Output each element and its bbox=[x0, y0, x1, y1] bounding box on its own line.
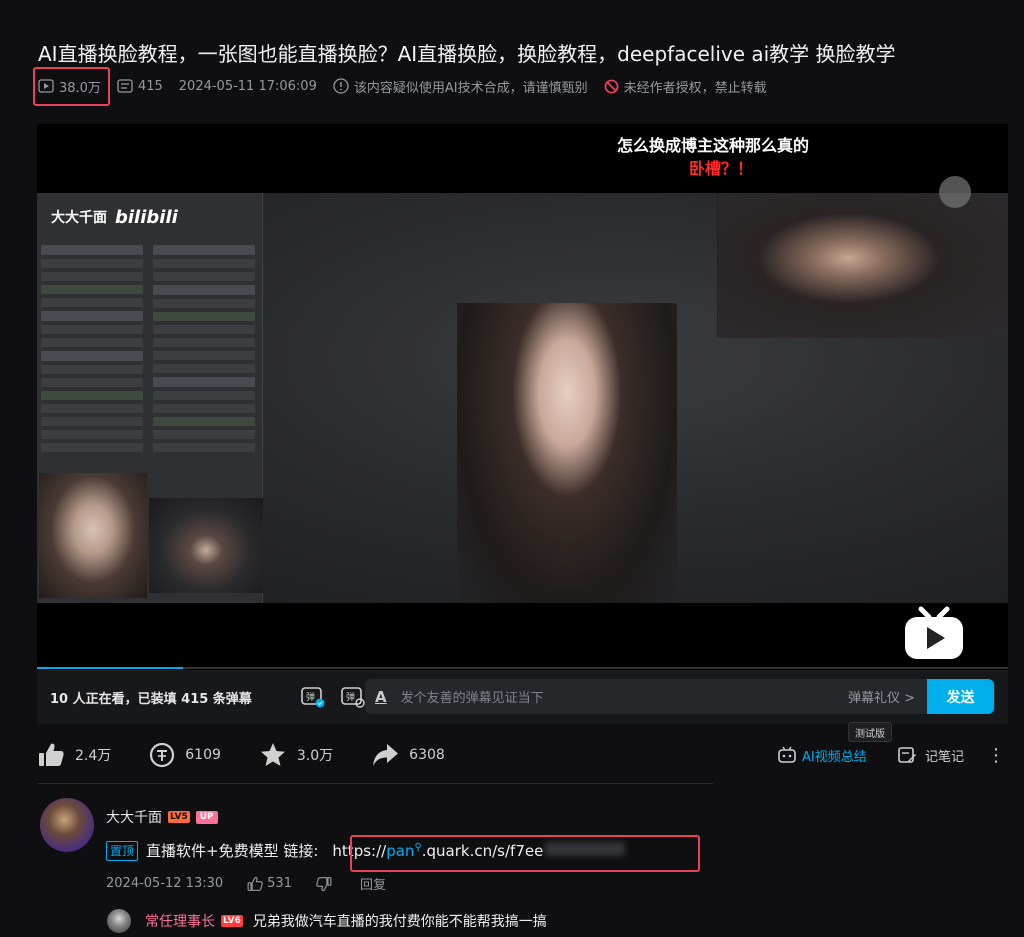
software-brand: 大大千面 bbox=[51, 210, 107, 226]
bilibili-logo: bilibili bbox=[115, 206, 178, 228]
video-title: AI直播换脸教程，一张图也能直播换脸？AI直播换脸，换脸教程，deepfacel… bbox=[38, 42, 896, 66]
danmaku-placeholder: 发个友善的弹幕见证当下 bbox=[400, 691, 544, 706]
share-button[interactable]: 6308 bbox=[371, 741, 445, 769]
viewer-count: 10 人正在看，已装填 415 条弹幕 bbox=[50, 691, 252, 707]
danmaku-count: 415 bbox=[117, 79, 163, 94]
software-settings-column-left bbox=[37, 241, 147, 471]
send-button[interactable]: 发送 bbox=[927, 679, 994, 714]
sub-reply: 常任理事长 LV6 兄弟我做汽车直播的我付费你能不能帮我搞一搞 bbox=[107, 906, 547, 936]
views-highlight-box bbox=[33, 67, 110, 106]
danmaku-input[interactable]: A 发个友善的弹幕见证当下 弹幕礼仪 > bbox=[365, 679, 995, 714]
star-icon bbox=[260, 743, 285, 766]
video-caption-line1: 怎么换成博主这种那么真的 bbox=[617, 136, 810, 155]
comment-dislike-button[interactable] bbox=[316, 876, 336, 892]
up-badge: UP bbox=[195, 810, 218, 824]
original-camera-pip bbox=[717, 193, 1008, 338]
font-style-icon[interactable]: A bbox=[375, 688, 387, 706]
thumbs-up-icon bbox=[39, 743, 64, 766]
avatar[interactable] bbox=[107, 909, 131, 933]
like-button[interactable]: 2.4万 bbox=[37, 741, 111, 769]
link-highlight-box bbox=[350, 835, 700, 872]
danmaku-toggle-icon[interactable]: 弹 bbox=[300, 684, 326, 710]
section-divider bbox=[37, 783, 713, 784]
publish-time: 2024-05-11 17:06:09 bbox=[178, 78, 317, 94]
comment-like-button[interactable]: 531 bbox=[247, 876, 292, 892]
danmaku-etiquette-link[interactable]: 弹幕礼仪 > bbox=[848, 687, 915, 706]
svg-text:弹: 弹 bbox=[346, 691, 355, 703]
thumbs-up-icon bbox=[247, 876, 263, 891]
camera-preview bbox=[149, 498, 263, 593]
progress-fill bbox=[37, 667, 183, 669]
bilibili-tv-play-icon[interactable] bbox=[903, 605, 965, 661]
thumbs-down-icon bbox=[316, 876, 332, 891]
progress-bar[interactable] bbox=[37, 667, 1008, 669]
danmaku-icon bbox=[117, 79, 133, 93]
user-level-badge: LV6 bbox=[221, 915, 243, 927]
copyright-notice: 未经作者授权，禁止转载 bbox=[604, 77, 767, 96]
notes-button[interactable]: 记笔记 bbox=[897, 745, 964, 765]
faceswap-software-panel: 大大千面 bilibili bbox=[37, 193, 263, 603]
reply-button[interactable]: 回复 bbox=[360, 874, 386, 893]
avatar[interactable] bbox=[40, 798, 94, 852]
reply-username[interactable]: 常任理事长 bbox=[145, 911, 215, 931]
reply-text: 兄弟我做汽车直播的我付费你能不能帮我搞一搞 bbox=[252, 914, 547, 930]
comment-time: 2024-05-12 13:30 bbox=[106, 876, 224, 891]
ai-notice: 该内容疑似使用AI技术合成，请谨慎甄别 bbox=[333, 77, 588, 96]
software-settings-column-right bbox=[149, 241, 259, 471]
danmaku-settings-icon[interactable]: 弹 bbox=[340, 684, 366, 710]
video-frame: 大大千面 bilibili bbox=[37, 193, 1008, 659]
danmaku-bar: 10 人正在看，已装填 415 条弹幕 弹 弹 A 发个友善的弹幕见证当下 弹幕… bbox=[37, 670, 1008, 724]
comment-text: 直播软件+免费模型 链接: bbox=[146, 842, 319, 860]
warning-circle-icon bbox=[333, 78, 349, 94]
video-caption-line2: 卧槽？！ bbox=[689, 159, 754, 178]
video-player[interactable]: 怎么换成博主这种那么真的 卧槽？！ 大大千面 bilibili bbox=[37, 124, 1008, 670]
more-options-icon[interactable]: ⋮ bbox=[987, 745, 1005, 766]
action-bar: 2.4万 6109 3.0万 6308 AI视频总结 记笔记 ⋮ bbox=[37, 738, 1012, 772]
favorite-button[interactable]: 3.0万 bbox=[259, 741, 333, 769]
pinned-badge: 置顶 bbox=[106, 840, 139, 861]
coin-icon bbox=[150, 742, 175, 768]
comment-username[interactable]: 大大千面 bbox=[106, 807, 162, 827]
prohibited-icon bbox=[604, 79, 619, 93]
ai-summary-button[interactable]: AI视频总结 bbox=[777, 746, 867, 765]
swapped-face-preview bbox=[39, 473, 147, 598]
user-level-badge: LV5 bbox=[168, 811, 190, 823]
pip-toggle-icon[interactable] bbox=[939, 176, 971, 208]
coin-button[interactable]: 6109 bbox=[149, 742, 221, 768]
share-arrow-icon bbox=[373, 744, 399, 766]
video-meta: 38.0万 415 2024-05-11 17:06:09 该内容疑似使用AI技… bbox=[38, 76, 783, 96]
note-pencil-icon bbox=[898, 747, 916, 763]
ai-robot-icon bbox=[778, 746, 796, 763]
svg-text:弹: 弹 bbox=[306, 691, 315, 703]
streamer-swapped-face bbox=[457, 303, 677, 603]
